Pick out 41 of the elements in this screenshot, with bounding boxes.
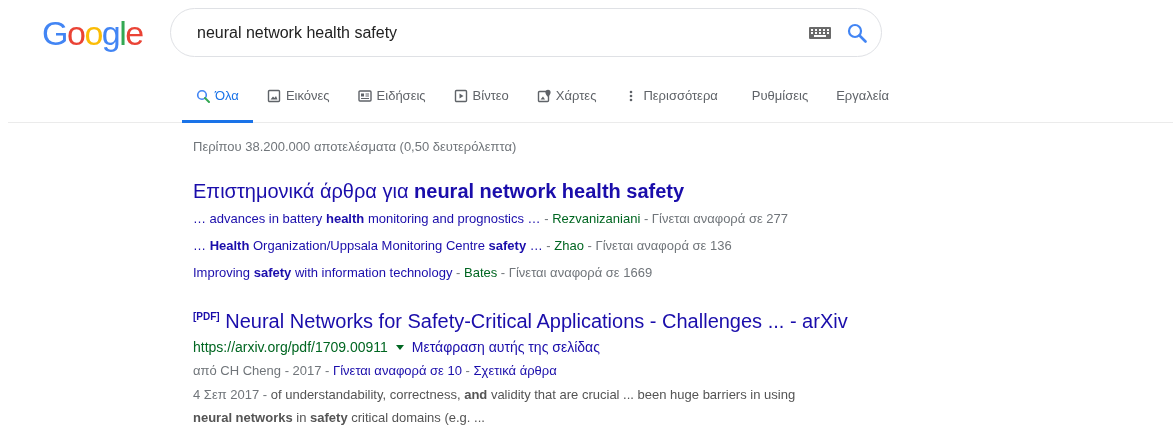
article-link[interactable]: … Health Organization/Uppsala Monitoring Centre safety …: [193, 238, 543, 253]
result-url: https://arxiv.org/pdf/1709.00911: [193, 338, 388, 357]
play-icon: [453, 88, 468, 103]
nav-tab[interactable]: Εικόνες: [252, 75, 344, 123]
translate-link[interactable]: Μετάφραση αυτής της σελίδας: [411, 335, 600, 359]
nav-tab[interactable]: Βίντεο: [439, 75, 523, 123]
google-logo[interactable]: Google: [42, 15, 170, 50]
article-link[interactable]: … advances in battery health monitoring and prognostics …: [193, 211, 541, 226]
author-link[interactable]: Bates: [464, 265, 498, 280]
image-icon: [266, 88, 281, 103]
search-input[interactable]: neural network health safety: [195, 19, 809, 46]
citation-text: -: [543, 211, 550, 226]
search-icon[interactable]: [847, 22, 867, 43]
search-icon: [196, 88, 210, 103]
citation-text: -: [545, 238, 552, 253]
keyboard-icon[interactable]: [809, 26, 831, 39]
author-link[interactable]: Rezvanizaniani: [552, 211, 641, 226]
nav-tab[interactable]: Χάρτες: [522, 75, 611, 123]
nav-tab[interactable]: Ρυθμίσεις: [737, 75, 823, 123]
citation-text: - Γίνεται αναφορά σε 136: [586, 238, 732, 253]
map-pin-icon: [536, 88, 551, 103]
author-link[interactable]: Zhao: [554, 238, 584, 253]
dropdown-arrow-icon[interactable]: [395, 344, 404, 350]
nav-tab[interactable]: Όλα: [182, 75, 253, 123]
nav-tab[interactable]: Περισσότερα: [610, 75, 732, 123]
scholar-heading-link[interactable]: Επιστημονικά άρθρα για neural network health safety: [193, 178, 685, 204]
newspaper-icon: [357, 88, 372, 103]
citation-text: -: [464, 363, 471, 378]
article-link[interactable]: Γίνεται αναφορά σε 10: [333, 363, 462, 378]
result-snippet: 4 Σεπ 2017 - of understandability, correctness, and validity that are crucial ... been huge barriers in using neural networks in safety critical domains (e.g. ...: [193, 386, 797, 427]
article-link[interactable]: Improving safety with information technology: [193, 265, 453, 280]
citation-text: - Γίνεται αναφορά σε 277: [642, 211, 788, 226]
result-stats: Περίπου 38.200.000 αποτελέσματα (0,50 δευτερόλεπτα): [193, 137, 518, 156]
citation-text: από CH Cheng - 2017 -: [193, 363, 331, 378]
article-link[interactable]: Σχετικά άρθρα: [473, 363, 557, 378]
result-title-link[interactable]: Neural Networks for Safety-Critical Applications - Challenges ... - arXiv: [225, 310, 848, 332]
citation-text: - Γίνεται αναφορά σε 1669: [499, 265, 653, 280]
file-type-tag: [PDF]: [193, 311, 220, 322]
nav-tab[interactable]: Εργαλεία: [822, 75, 903, 123]
citation-text: -: [455, 265, 462, 280]
nav-tab[interactable]: Ειδήσεις: [343, 75, 440, 123]
